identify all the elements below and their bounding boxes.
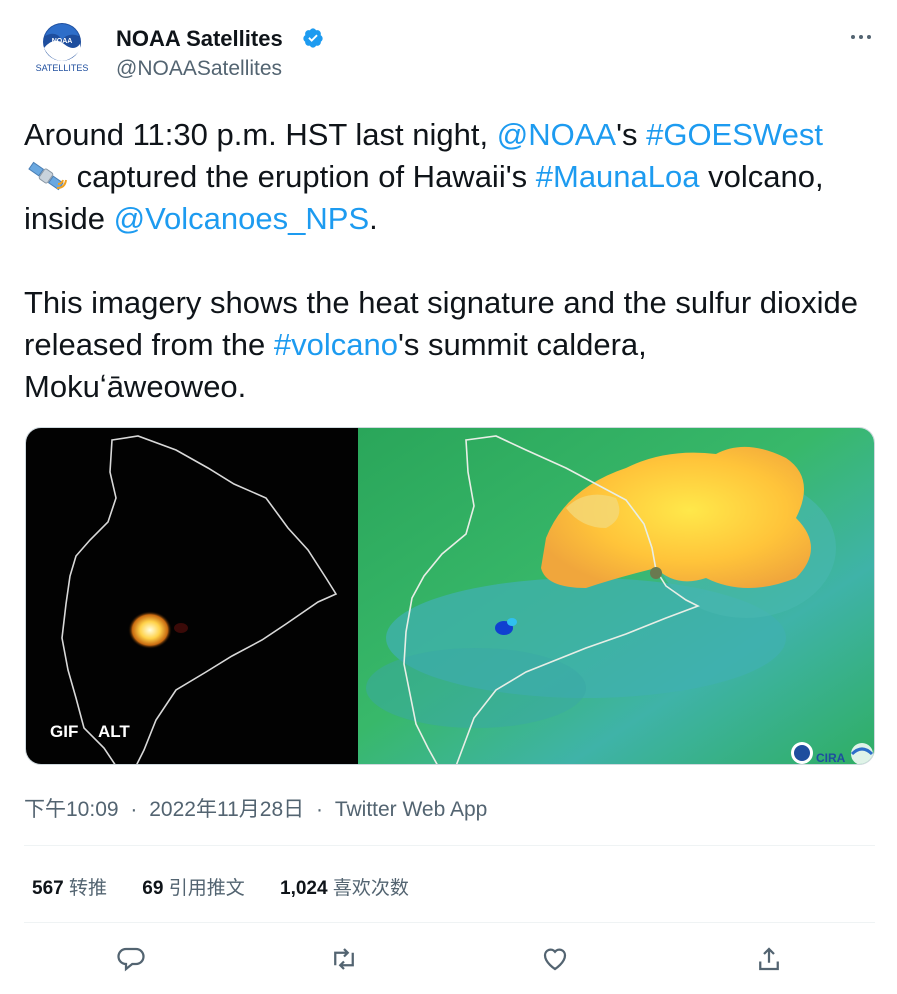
logo-subtext: SATELLITES [35, 63, 89, 73]
tweet-text-segment: . [369, 201, 378, 236]
tweet-timestamp: 下午10:09 · 2022年11月28日 · Twitter Web App [24, 793, 487, 823]
retweet-button[interactable] [329, 944, 359, 974]
tweet-stats: 567 转推 69 引用推文 1,024 喜欢次数 [32, 873, 439, 900]
svg-text:NOAA: NOAA [52, 38, 73, 45]
time-link[interactable]: 下午10:09 [24, 798, 119, 821]
retweet-icon [334, 948, 354, 970]
likes-stat[interactable]: 1,024 喜欢次数 [280, 878, 409, 899]
separator: · [130, 798, 138, 821]
separator: · [315, 798, 323, 821]
alt-badge[interactable]: ALT [98, 722, 130, 742]
reply-button[interactable] [116, 944, 146, 974]
reply-icon [117, 947, 145, 972]
noaa-logo-icon: NOAA [43, 23, 81, 61]
hashtag-link[interactable]: #MaunaLoa [536, 159, 700, 194]
mention-link[interactable]: @Volcanoes_NPS [114, 201, 370, 236]
tweet-card: NOAA SATELLITES NOAA Satellites @NOAASat… [0, 0, 897, 994]
emoji [24, 159, 68, 194]
retweets-stat[interactable]: 567 转推 [32, 878, 107, 899]
tweet-media-gif[interactable]: CIRA GIF ALT [25, 427, 875, 765]
date-link[interactable]: 2022年11月28日 [149, 798, 304, 821]
svg-text:CIRA: CIRA [816, 751, 846, 765]
divider [24, 922, 875, 923]
verified-badge-icon [303, 28, 323, 48]
share-button[interactable] [754, 944, 784, 974]
share-icon [759, 947, 779, 971]
satellite-emoji-icon [28, 161, 67, 191]
tweet-paragraph-1: Around 11:30 p.m. HST last night, @NOAA'… [24, 114, 874, 240]
tweet-text-segment: captured the eruption of Hawaii's [68, 159, 536, 194]
handle[interactable]: @NOAASatellites [116, 57, 282, 81]
tweet-text-segment: 's [616, 117, 647, 152]
like-button[interactable] [540, 944, 570, 974]
tweet-paragraph-2: This imagery shows the heat signature an… [24, 282, 874, 408]
source-link[interactable]: Twitter Web App [335, 798, 488, 821]
display-name[interactable]: NOAA Satellites [116, 26, 283, 52]
divider [24, 845, 875, 846]
volcano-satellite-image: CIRA [26, 428, 874, 765]
tweet-text: Around 11:30 p.m. HST last night, @NOAA'… [24, 114, 874, 408]
like-icon [543, 948, 567, 971]
avatar[interactable]: NOAA SATELLITES [24, 18, 102, 82]
gif-badge: GIF [50, 722, 79, 741]
mention-link[interactable]: @NOAA [497, 117, 616, 152]
quotes-stat[interactable]: 69 引用推文 [142, 878, 244, 899]
tweet-text-segment: Around 11:30 p.m. HST last night, [24, 117, 497, 152]
more-icon[interactable] [848, 24, 874, 50]
hashtag-link[interactable]: #volcano [274, 327, 398, 362]
hashtag-link[interactable]: #GOESWest [646, 117, 823, 152]
